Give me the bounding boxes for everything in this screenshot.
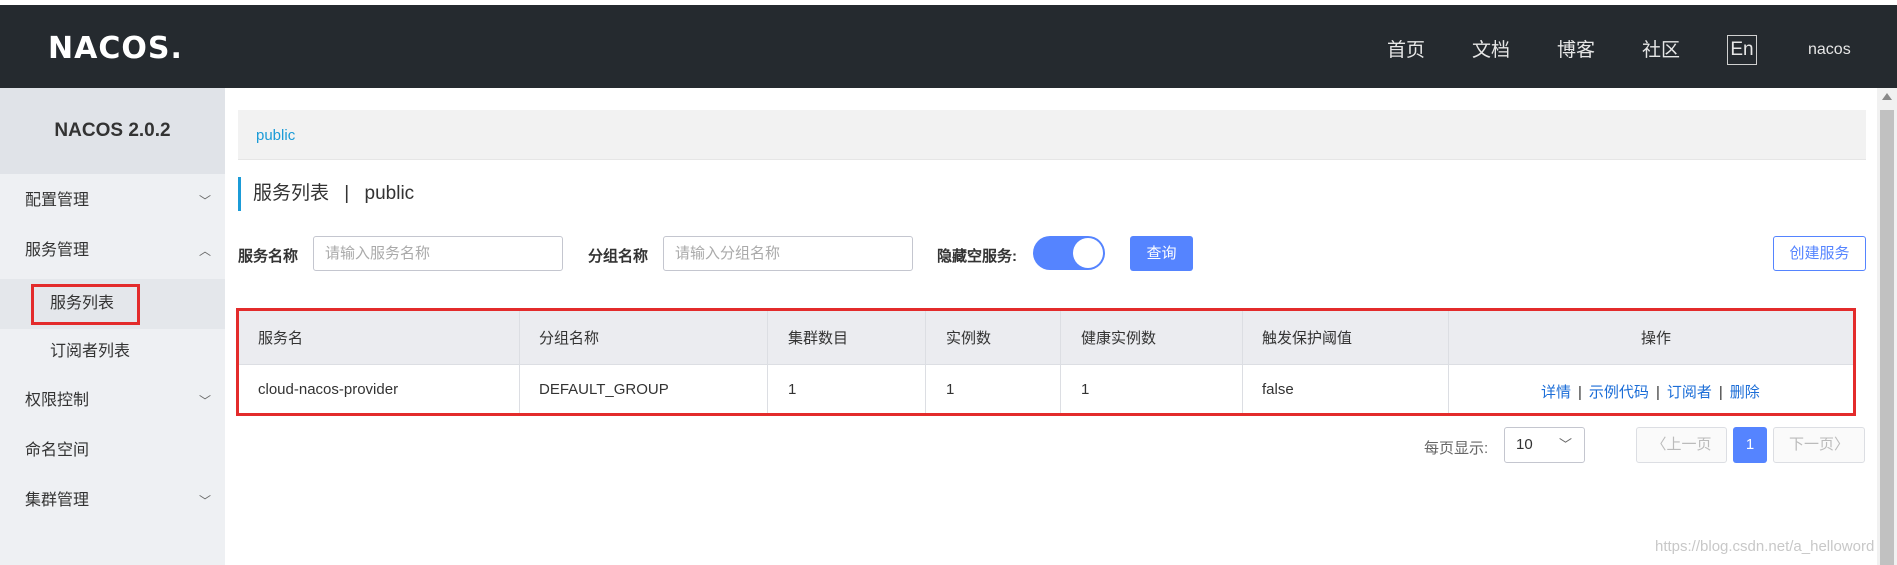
sidebar-item-subscribers[interactable]: 订阅者列表 <box>0 329 225 375</box>
sidebar-item-service[interactable]: 服务管理 ︿ <box>0 228 225 274</box>
watermark: https://blog.csdn.net/a_helloword <box>1655 538 1875 555</box>
title-separator: | <box>344 183 350 204</box>
nav-docs[interactable]: 文档 <box>1472 35 1510 62</box>
sidebar-item-label: 集群管理 <box>25 492 90 509</box>
group-name-label: 分组名称 <box>588 248 649 265</box>
scrollbar-thumb[interactable] <box>1880 110 1894 565</box>
nav-home[interactable]: 首页 <box>1387 35 1425 62</box>
chevron-down-icon: ﹀ <box>198 394 211 408</box>
per-page-select[interactable]: 10 ﹀ <box>1504 427 1585 463</box>
sidebar-item-label: 命名空间 <box>25 442 90 459</box>
service-name-label: 服务名称 <box>238 248 299 265</box>
highlight-box <box>31 284 140 325</box>
chevron-down-icon: ﹀ <box>198 194 211 208</box>
sidebar-item-config[interactable]: 配置管理 ﹀ <box>0 178 225 224</box>
namespace-bar: public <box>238 110 1866 160</box>
sidebar-item-auth[interactable]: 权限控制 ﹀ <box>0 378 225 424</box>
query-button[interactable]: 查询 <box>1130 236 1193 271</box>
namespace-public-link[interactable]: public <box>256 127 295 144</box>
username[interactable]: nacos <box>1808 41 1851 59</box>
page-1-button[interactable]: 1 <box>1733 427 1767 463</box>
page-title: 服务列表 | public <box>238 177 414 211</box>
nav-community[interactable]: 社区 <box>1642 35 1680 62</box>
sidebar-item-label: 服务管理 <box>25 242 90 259</box>
nacos-logo[interactable]: NACOS. <box>48 31 183 66</box>
language-toggle-button[interactable]: En <box>1727 35 1757 65</box>
sidebar-item-label: 订阅者列表 <box>50 343 131 360</box>
per-page-value: 10 <box>1516 436 1533 453</box>
chevron-right-icon: 〉 <box>1834 436 1850 453</box>
sidebar-item-label: 权限控制 <box>25 392 90 409</box>
highlight-box <box>236 308 1856 416</box>
page-title-namespace: public <box>364 183 415 204</box>
hide-empty-label: 隐藏空服务: <box>937 248 1017 265</box>
next-page-button[interactable]: 下一页〉 <box>1773 427 1865 463</box>
sidebar-title: NACOS 2.0.2 <box>0 88 225 174</box>
toggle-knob <box>1073 238 1103 268</box>
top-navbar: NACOS. 首页 文档 博客 社区 En nacos <box>0 5 1897 88</box>
page-title-text: 服务列表 <box>253 183 330 204</box>
chevron-up-icon: ︿ <box>198 244 211 258</box>
service-name-input[interactable]: 请输入服务名称 <box>313 236 563 271</box>
sidebar-item-cluster[interactable]: 集群管理 ﹀ <box>0 478 225 524</box>
scroll-up-arrow-icon[interactable] <box>1882 93 1892 100</box>
group-name-input[interactable]: 请输入分组名称 <box>663 236 913 271</box>
prev-page-button[interactable]: 〈上一页 <box>1636 427 1727 463</box>
chevron-down-icon: ﹀ <box>1558 437 1572 452</box>
nav-blog[interactable]: 博客 <box>1557 35 1595 62</box>
sidebar-item-label: 配置管理 <box>25 192 90 209</box>
hide-empty-toggle[interactable] <box>1033 236 1105 270</box>
chevron-left-icon: 〈 <box>1651 436 1667 453</box>
sidebar-item-namespace[interactable]: 命名空间 <box>0 428 225 474</box>
per-page-label: 每页显示: <box>1424 440 1489 457</box>
create-service-button[interactable]: 创建服务 <box>1773 236 1866 271</box>
chevron-down-icon: ﹀ <box>198 494 211 508</box>
